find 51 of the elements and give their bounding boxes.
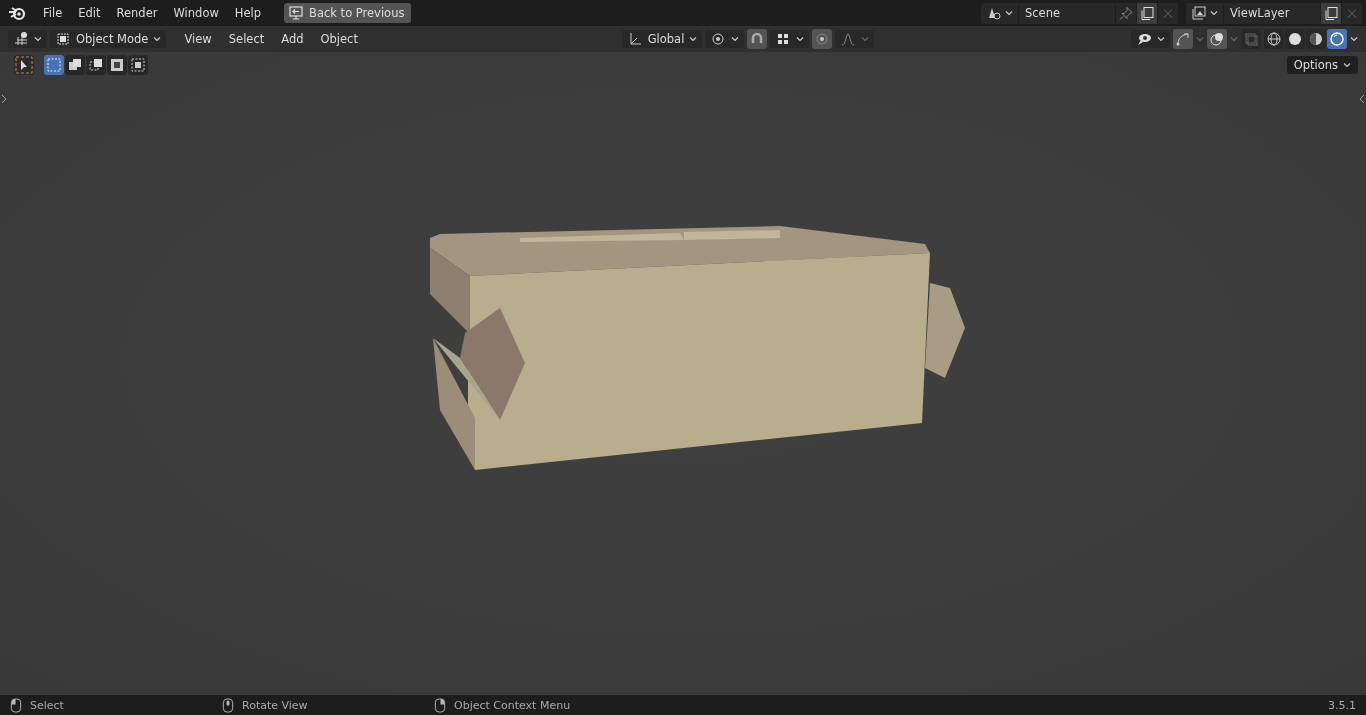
overlays-icon[interactable] bbox=[1207, 29, 1227, 49]
proportional-icon[interactable] bbox=[812, 29, 833, 49]
visibility-dropdown[interactable] bbox=[1131, 30, 1170, 48]
duplicate-icon[interactable] bbox=[1137, 2, 1157, 24]
pivot-icon bbox=[710, 31, 727, 47]
image-stack-icon bbox=[1191, 5, 1207, 21]
menu-item[interactable]: Render bbox=[109, 3, 165, 23]
shading-mode-icon[interactable] bbox=[1264, 29, 1284, 49]
back-button[interactable]: Back to Previous bbox=[284, 3, 412, 23]
status-hint: Select bbox=[30, 698, 64, 712]
menu-item[interactable]: Edit bbox=[71, 3, 108, 23]
view-layer-dropdown[interactable] bbox=[1186, 2, 1223, 24]
menu-item[interactable]: Object bbox=[313, 29, 365, 49]
selection-mode-icon[interactable] bbox=[65, 55, 85, 75]
status-hint: Rotate View bbox=[242, 698, 308, 712]
duplicate-icon[interactable] bbox=[1321, 2, 1341, 24]
snap-dropdown[interactable] bbox=[770, 30, 810, 48]
selection-mode-icon[interactable] bbox=[128, 55, 148, 75]
menu-item[interactable]: Window bbox=[166, 3, 226, 23]
orientation-dropdown[interactable]: Global bbox=[621, 30, 703, 48]
blender-logo-icon[interactable] bbox=[8, 5, 26, 21]
cube-select-icon bbox=[55, 31, 71, 47]
shading-mode-icon[interactable] bbox=[1285, 29, 1305, 49]
scene-field[interactable]: Scene bbox=[1019, 2, 1115, 24]
version-label: 3.5.1 bbox=[1328, 698, 1356, 712]
menu-item[interactable]: View bbox=[177, 29, 219, 49]
mode-dropdown[interactable]: Object Mode bbox=[50, 30, 167, 48]
status-hint: Object Context Menu bbox=[454, 698, 571, 712]
editor-type-dropdown[interactable] bbox=[8, 30, 47, 48]
options-dropdown[interactable]: Options bbox=[1286, 56, 1358, 74]
scene-dropdown[interactable] bbox=[981, 2, 1018, 24]
eye-icon bbox=[1136, 31, 1152, 47]
menu-item[interactable]: File bbox=[36, 3, 70, 23]
mouse-icon bbox=[434, 697, 446, 713]
mouse-icon bbox=[222, 697, 234, 713]
mouse-icon bbox=[10, 697, 22, 713]
gizmo-icon[interactable] bbox=[1173, 29, 1193, 49]
selection-mode-icon[interactable] bbox=[86, 55, 106, 75]
select-tool-icon[interactable] bbox=[14, 55, 34, 75]
pivot-dropdown[interactable] bbox=[705, 30, 745, 48]
magnet-icon[interactable] bbox=[747, 29, 768, 49]
view-layer-field[interactable]: ViewLayer bbox=[1224, 2, 1320, 24]
selection-mode-icon[interactable] bbox=[107, 55, 127, 75]
shading-mode-icon[interactable] bbox=[1327, 29, 1347, 49]
shading-mode-icon[interactable] bbox=[1306, 29, 1326, 49]
curve-icon bbox=[840, 31, 857, 47]
grid-sphere-icon bbox=[13, 31, 29, 47]
monitor-icon bbox=[288, 5, 305, 21]
menu-item[interactable]: Help bbox=[227, 3, 269, 23]
menu-item[interactable]: Add bbox=[274, 29, 311, 49]
menu-item[interactable]: Select bbox=[221, 29, 272, 49]
